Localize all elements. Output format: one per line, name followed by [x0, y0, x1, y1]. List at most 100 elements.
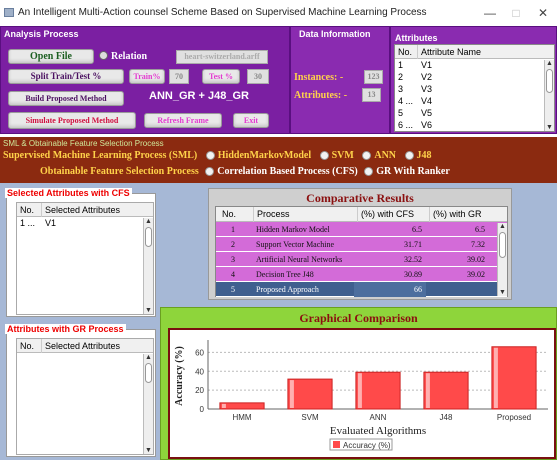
instances-label: Instances: - — [294, 72, 344, 83]
scroll-up-icon[interactable]: ▲ — [144, 218, 153, 225]
bar — [423, 371, 469, 410]
x-tick-label: ANN — [370, 413, 387, 422]
cfs-scrollbar[interactable]: ▲ ▼ — [143, 218, 153, 314]
bar-highlight — [357, 373, 362, 408]
attributes-label: Attributes: - — [294, 90, 348, 101]
analysis-process-panel: Analysis Process Open File Relation hear… — [0, 26, 290, 134]
bar — [287, 378, 333, 410]
scroll-thumb[interactable] — [499, 232, 506, 258]
table-cell: 6.5 — [475, 225, 485, 234]
bar-highlight — [425, 373, 430, 408]
open-file-button[interactable]: Open File — [8, 49, 94, 64]
attributes-table-header: No. Attribute Name — [395, 45, 554, 59]
scroll-down-icon[interactable]: ▼ — [144, 307, 153, 314]
minimize-button[interactable]: — — [478, 4, 502, 22]
table-cell: 32.52 — [404, 255, 422, 264]
test-percent-button[interactable]: Test % — [202, 69, 240, 84]
train-percent-field[interactable]: 70 — [169, 69, 189, 84]
relation-label: Relation — [111, 51, 148, 62]
j48-radio[interactable]: J48 — [404, 150, 432, 161]
table-row[interactable]: 5 Proposed Approach 66 — [216, 282, 507, 297]
x-axis-label: Evaluated Algorithms — [330, 425, 426, 437]
table-cell: 7.32 — [471, 240, 485, 249]
table-row[interactable]: 1 V1 — [395, 59, 554, 71]
ann-radio[interactable]: ANN — [362, 150, 396, 161]
scroll-up-icon[interactable]: ▲ — [144, 354, 153, 361]
table-row[interactable]: 3 V3 — [395, 83, 554, 95]
cfs-panel: Selected Attributes with CFS No. Selecte… — [5, 188, 156, 317]
radio-icon — [364, 167, 374, 177]
scroll-down-icon[interactable]: ▼ — [144, 447, 153, 454]
scroll-up-icon[interactable]: ▲ — [545, 60, 554, 67]
attributes-scrollbar[interactable]: ▲ ▼ — [544, 60, 554, 131]
table-cell: 2 — [231, 240, 235, 249]
exit-button[interactable]: Exit — [233, 113, 269, 128]
x-tick-label: HMM — [232, 413, 251, 422]
data-information-header: Data Information — [299, 29, 371, 39]
database-icon — [99, 51, 108, 60]
table-row[interactable]: 4 ... V4 — [395, 95, 554, 107]
table-row[interactable]: 4 Decision Tree J48 30.89 39.02 — [216, 267, 507, 282]
gr-ranker-radio[interactable]: GR With Ranker — [364, 166, 450, 177]
analysis-process-header: Analysis Process — [4, 29, 79, 39]
table-row[interactable]: 3 Artificial Neural Networks 32.52 39.02 — [216, 252, 507, 267]
bar-highlight — [493, 347, 498, 408]
scroll-thumb[interactable] — [546, 69, 553, 93]
row-no: 4 ... — [398, 96, 414, 106]
row-no: 2 — [398, 72, 404, 82]
maximize-button[interactable]: □ — [504, 4, 528, 22]
column-selected-attributes: Selected Attributes — [41, 203, 120, 217]
comparative-results-title: Comparative Results — [306, 191, 414, 205]
cfs-radio[interactable]: Correlation Based Process (CFS) — [205, 166, 358, 177]
column-attribute-name: Attribute Name — [417, 45, 481, 59]
chart-container: 0 20 40 60 Accuracy (%) HMM SVM ANN J48 Proposed E… — [168, 328, 556, 459]
scroll-down-icon[interactable]: ▼ — [545, 124, 554, 131]
scroll-down-icon[interactable]: ▼ — [498, 289, 507, 296]
column-header: Process — [253, 207, 290, 222]
column-no: No. — [398, 47, 413, 57]
gr-table: No. Selected Attributes ▲ ▼ — [16, 338, 154, 455]
row-attribute-name: V6 — [421, 120, 433, 130]
attributes-panel: Attributes No. Attribute Name 1 V1 2 V2 3 V3 4… — [390, 26, 557, 134]
data-information-panel: Data Information Instances: - 123 Attrib… — [290, 26, 390, 134]
table-row[interactable]: 2 Support Vector Machine 31.71 7.32 — [216, 237, 507, 252]
bar — [355, 371, 401, 410]
graphical-comparison-panel: Graphical Comparison 0 20 40 60 Accuracy (%)… — [160, 307, 557, 460]
gr-scrollbar[interactable]: ▲ ▼ — [143, 354, 153, 454]
row-attribute-name: V4 — [421, 96, 433, 106]
table-row[interactable]: 1 Hidden Markov Model 6.5 6.5 — [216, 222, 507, 237]
refresh-frame-button[interactable]: Refresh Frame — [144, 113, 222, 128]
comparative-table: No. Process (%) with CFS (%) with GR 1 Hidde… — [215, 206, 508, 297]
gr-table-header: No. Selected Attributes — [17, 339, 153, 353]
table-row[interactable]: 2 V2 — [395, 71, 554, 83]
x-tick-label: SVM — [301, 413, 319, 422]
split-train-test-button[interactable]: Split Train/Test % — [8, 69, 124, 84]
table-cell: 31.71 — [404, 240, 422, 249]
bar-chart: 0 20 40 60 Accuracy (%) HMM SVM ANN J48 Proposed E… — [174, 340, 548, 451]
table-row[interactable]: 1 ... V1 — [17, 217, 153, 229]
relation-row: Relation — [99, 50, 173, 64]
table-row[interactable]: 6 ... V6 — [395, 119, 554, 131]
app-icon — [4, 8, 14, 17]
method-label: ANN_GR + J48_GR — [149, 90, 249, 102]
radio-icon — [319, 151, 329, 161]
table-row[interactable]: 5 V5 — [395, 107, 554, 119]
simulate-proposed-method-button[interactable]: Simulate Proposed Method — [8, 112, 136, 129]
scroll-up-icon[interactable]: ▲ — [498, 223, 507, 230]
column-no: No. — [20, 341, 35, 351]
comparative-scrollbar[interactable]: ▲ ▼ — [497, 223, 507, 296]
hmm-radio[interactable]: HiddenMarkovModel — [205, 150, 311, 161]
feature-selection-row: Obtainable Feature Selection Process Cor… — [40, 166, 450, 177]
y-tick-label: 0 — [200, 405, 205, 414]
radio-icon — [404, 151, 414, 161]
train-percent-button[interactable]: Train% — [129, 69, 165, 84]
build-proposed-method-button[interactable]: Build Proposed Method — [8, 91, 124, 106]
cfs-rows: 1 ... V1 — [17, 217, 153, 229]
scroll-thumb[interactable] — [145, 363, 152, 383]
scroll-thumb[interactable] — [145, 227, 152, 247]
cfs-panel-title: Selected Attributes with CFS — [5, 188, 132, 198]
close-button[interactable]: ✕ — [531, 4, 555, 22]
svm-radio[interactable]: SVM — [319, 150, 354, 161]
test-percent-field[interactable]: 30 — [247, 69, 269, 84]
relation-field[interactable]: heart-switzerland.arff — [176, 50, 268, 64]
